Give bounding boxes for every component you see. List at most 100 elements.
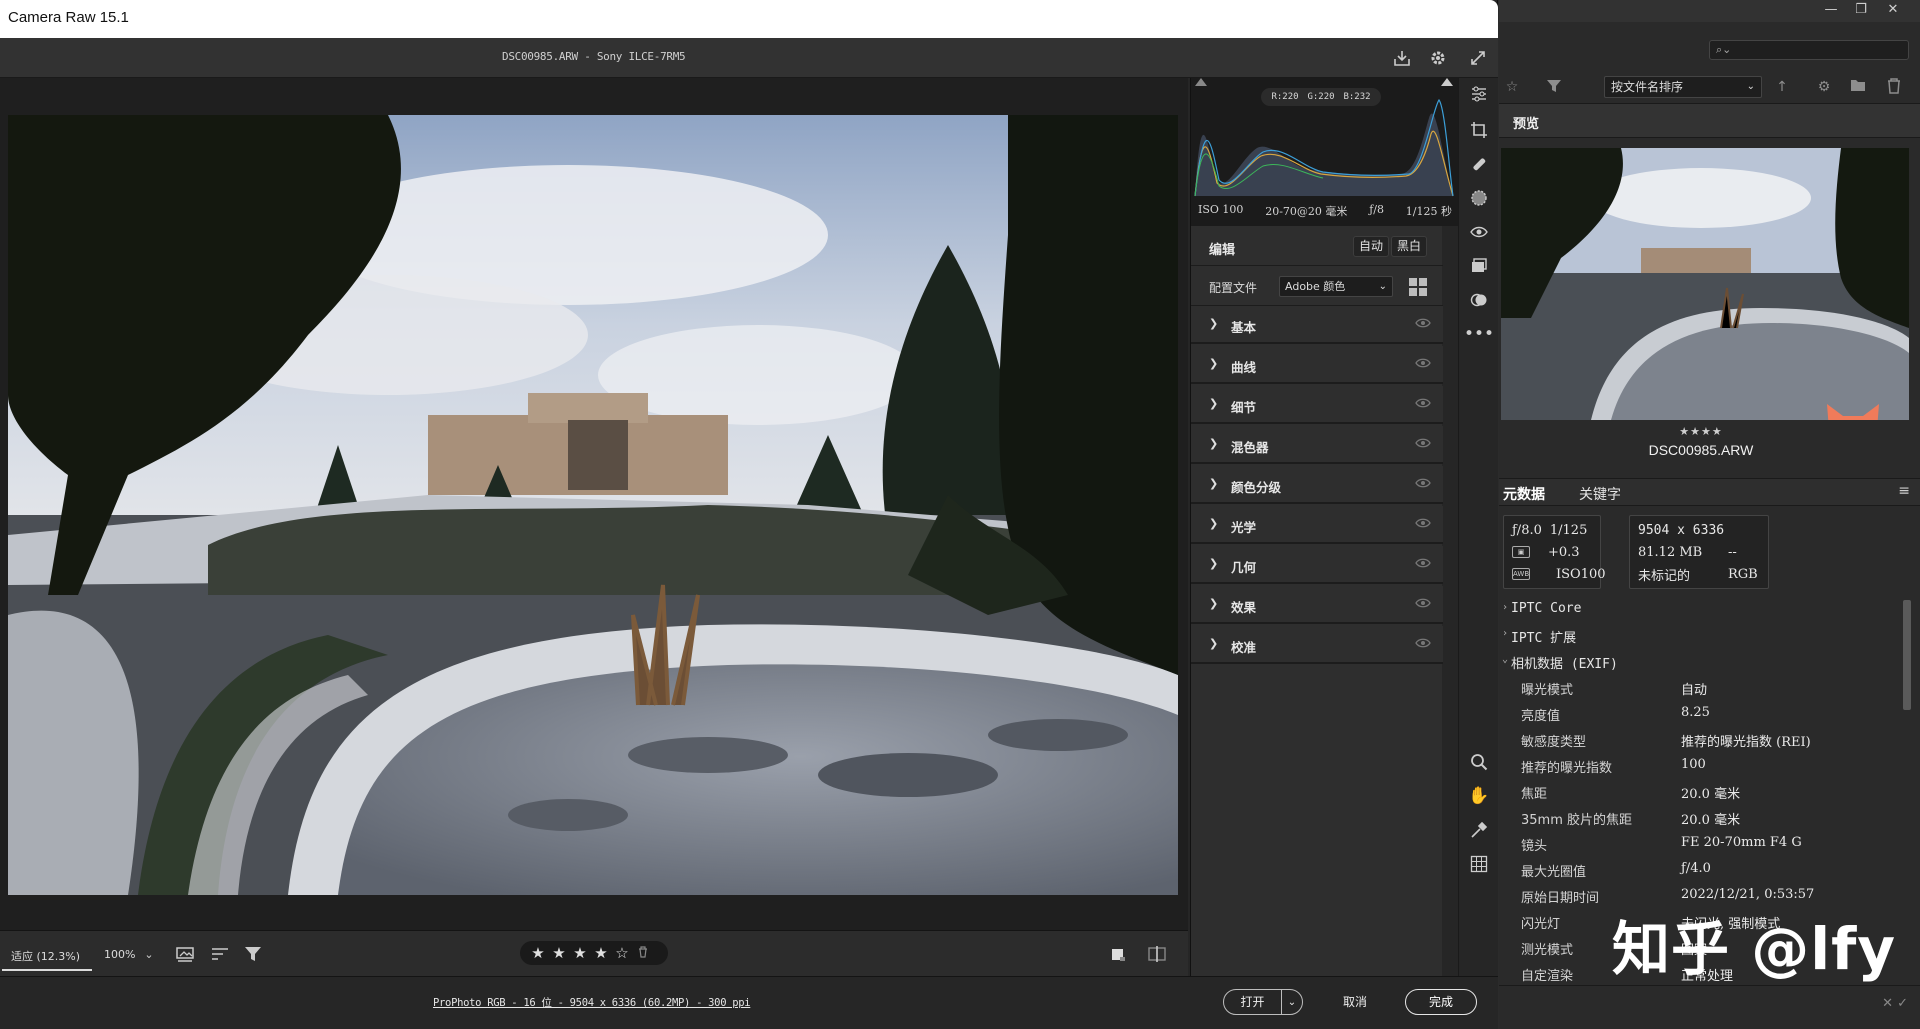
section-calibration[interactable]: ❯ 校准 xyxy=(1191,626,1443,664)
presets-icon[interactable] xyxy=(1467,288,1491,312)
new-folder-icon[interactable] xyxy=(1849,78,1867,96)
thumbnail-rating[interactable]: ★★★★ xyxy=(1499,425,1903,438)
fit-zoom-button[interactable]: 适应 (12.3%) xyxy=(2,937,92,971)
eye-icon[interactable] xyxy=(1415,357,1431,369)
restore-icon[interactable]: ❐ xyxy=(1847,0,1875,20)
image-canvas[interactable] xyxy=(0,78,1188,930)
crop-icon[interactable] xyxy=(1467,118,1491,142)
section-mixer[interactable]: ❯ 混色器 xyxy=(1191,426,1443,464)
exif-row: 镜头 FE 20-70mm F4 G xyxy=(1499,831,1899,857)
close-icon[interactable]: ✕ xyxy=(1879,0,1907,20)
before-after-single-icon[interactable] xyxy=(1105,941,1131,967)
eye-icon[interactable] xyxy=(1415,637,1431,649)
filter-icon[interactable] xyxy=(1545,78,1563,96)
more-icon[interactable]: ••• xyxy=(1464,322,1494,346)
section-label: 几何 xyxy=(1231,560,1257,575)
star-1-icon[interactable]: ★ xyxy=(530,944,546,962)
eye-icon[interactable] xyxy=(1415,317,1431,329)
section-label: 曲线 xyxy=(1231,360,1257,375)
trash-icon[interactable] xyxy=(1885,78,1903,96)
grid-overlay-icon[interactable] xyxy=(1467,852,1491,876)
profile-browser-icon[interactable] xyxy=(1409,278,1427,296)
document-header: DSC00985.ARW - Sony ILCE-7RM5 xyxy=(0,38,1498,78)
eyedropper-icon[interactable] xyxy=(1467,818,1491,842)
trash-icon[interactable] xyxy=(635,945,651,961)
dimensions-summary: 9504 x 6336 xyxy=(1638,522,1725,538)
star-5-icon[interactable]: ☆ xyxy=(614,944,630,962)
eye-icon[interactable] xyxy=(1415,597,1431,609)
black-white-button[interactable]: 黑白 xyxy=(1391,236,1428,257)
tab-metadata[interactable]: 元数据 xyxy=(1503,484,1545,504)
thumbnail-preview[interactable]: 中 °, 👕 xyxy=(1501,148,1909,420)
panel-menu-icon[interactable]: ≡ xyxy=(1898,483,1910,499)
snapshots-icon[interactable] xyxy=(1467,254,1491,278)
masking-icon[interactable] xyxy=(1467,186,1491,210)
section-curve[interactable]: ❯ 曲线 xyxy=(1191,346,1443,384)
hand-tool-icon[interactable]: ✋ xyxy=(1467,784,1491,808)
metadata-scrollbar[interactable] xyxy=(1903,600,1911,710)
eye-icon[interactable] xyxy=(1415,437,1431,449)
fullscreen-icon[interactable] xyxy=(1466,46,1490,70)
bridge-toolbar: ☆ 按文件名排序 ⌄ ↑ ⚙ xyxy=(1499,68,1920,104)
red-eye-icon[interactable] xyxy=(1467,220,1491,244)
star-3-icon[interactable]: ★ xyxy=(572,944,588,962)
sort-select[interactable]: 按文件名排序 ⌄ xyxy=(1604,76,1762,98)
workflow-options-link[interactable]: ProPhoto RGB - 16 位 - 9504 x 6336 (60.2M… xyxy=(433,995,751,1010)
bridge-bottom-bar: ✕ ✓ xyxy=(1499,985,1920,1029)
tab-keywords[interactable]: 关键字 xyxy=(1579,484,1621,504)
section-geometry[interactable]: ❯ 几何 xyxy=(1191,546,1443,584)
section-label: 效果 xyxy=(1231,600,1257,615)
photo-preview[interactable] xyxy=(8,115,1178,895)
section-color-grading[interactable]: ❯ 颜色分级 xyxy=(1191,466,1443,504)
star-2-icon[interactable]: ★ xyxy=(551,944,567,962)
star-4-icon[interactable]: ★ xyxy=(593,944,609,962)
zoom-tool-icon[interactable] xyxy=(1467,750,1491,774)
search-input[interactable]: ⌕⌄ xyxy=(1709,40,1909,60)
sort-icon[interactable] xyxy=(207,941,233,967)
iptc-ext-section[interactable]: › IPTC 扩展 xyxy=(1499,623,1920,649)
gear-icon[interactable] xyxy=(1426,46,1450,70)
tab-preview[interactable]: 预览 xyxy=(1507,110,1545,135)
eye-icon[interactable] xyxy=(1415,517,1431,529)
chevron-right-icon: ❯ xyxy=(1209,317,1219,330)
section-label: 相机数据 (EXIF) xyxy=(1511,657,1618,672)
profile-select[interactable]: Adobe 颜色 ⌄ xyxy=(1279,276,1393,297)
save-image-icon[interactable] xyxy=(1390,46,1414,70)
open-button[interactable]: 打开 ⌄ xyxy=(1223,989,1303,1015)
chevron-down-icon[interactable]: ⌄ xyxy=(136,941,162,967)
awb-icon: AWB xyxy=(1512,568,1530,580)
eye-icon[interactable] xyxy=(1415,477,1431,489)
open-label[interactable]: 打开 xyxy=(1224,990,1282,1014)
chevron-down-icon[interactable]: ⌄ xyxy=(1282,997,1302,1008)
chevron-right-icon: ❯ xyxy=(1209,637,1219,650)
close-icon[interactable]: ✕ ✓ xyxy=(1882,996,1908,1011)
search-icon: ⌕⌄ xyxy=(1716,43,1732,56)
chevron-right-icon: ❯ xyxy=(1209,437,1219,450)
rating-stars[interactable]: ★ ★ ★ ★ ☆ xyxy=(520,941,668,965)
auto-button[interactable]: 自动 xyxy=(1353,236,1390,257)
section-optics[interactable]: ❯ 光学 xyxy=(1191,506,1443,544)
eye-icon[interactable] xyxy=(1415,397,1431,409)
section-detail[interactable]: ❯ 细节 xyxy=(1191,386,1443,424)
iptc-core-section[interactable]: › IPTC Core xyxy=(1499,597,1920,623)
exif-key: 35mm 胶片的焦距 xyxy=(1521,813,1633,828)
exif-value: 20.0 毫米 xyxy=(1681,787,1741,802)
done-button[interactable]: 完成 xyxy=(1405,989,1477,1015)
sort-direction-icon[interactable]: ↑ xyxy=(1773,78,1791,96)
green-value: G:220 xyxy=(1307,92,1335,102)
section-effects[interactable]: ❯ 效果 xyxy=(1191,586,1443,624)
before-after-split-icon[interactable] xyxy=(1144,941,1170,967)
exif-row: 焦距 20.0 毫米 xyxy=(1499,779,1899,805)
cancel-button[interactable]: 取消 xyxy=(1328,989,1382,1015)
edit-sliders-icon[interactable] xyxy=(1467,82,1491,106)
open-recent-icon[interactable]: ⚙ xyxy=(1815,78,1833,96)
rating-filter-icon[interactable]: ☆ xyxy=(1503,78,1521,96)
eye-icon[interactable] xyxy=(1415,557,1431,569)
filter-icon[interactable] xyxy=(240,941,266,967)
exif-value: 2022/12/21, 0:53:57 xyxy=(1681,887,1815,902)
exif-section[interactable]: ⌄ 相机数据 (EXIF) xyxy=(1499,649,1920,675)
healing-icon[interactable] xyxy=(1467,152,1491,176)
filmstrip-icon[interactable] xyxy=(172,941,198,967)
minimize-icon[interactable]: — xyxy=(1817,0,1845,20)
section-basic[interactable]: ❯ 基本 xyxy=(1191,306,1443,344)
